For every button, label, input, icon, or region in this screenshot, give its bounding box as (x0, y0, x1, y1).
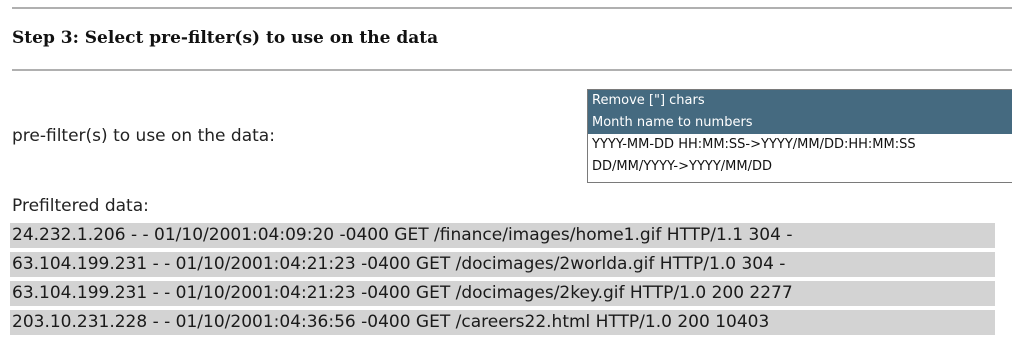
step-title: Step 3: Select pre-filter(s) to use on t… (12, 28, 439, 48)
prefilter-multiselect[interactable]: Remove ["] chars Month name to numbers Y… (587, 89, 1012, 183)
top-divider (12, 7, 1012, 9)
data-row: 63.104.199.231 - - 01/10/2001:04:21:23 -… (10, 252, 995, 277)
prefiltered-data-list: 24.232.1.206 - - 01/10/2001:04:09:20 -04… (10, 223, 995, 339)
data-row: 203.10.231.228 - - 01/10/2001:04:36:56 -… (10, 310, 995, 335)
prefilter-option-dmy-date[interactable]: DD/MM/YYYY->YYYY/MM/DD (588, 156, 1012, 178)
prefilter-option-remove-quotes[interactable]: Remove ["] chars (588, 90, 1012, 112)
prefilter-option-iso-datetime[interactable]: YYYY-MM-DD HH:MM:SS->YYYY/MM/DD:HH:MM:SS (588, 134, 1012, 156)
data-row: 24.232.1.206 - - 01/10/2001:04:09:20 -04… (10, 223, 995, 248)
prefiltered-data-label: Prefiltered data: (12, 196, 149, 216)
data-row: 63.104.199.231 - - 01/10/2001:04:21:23 -… (10, 281, 995, 306)
prefilter-label: pre-filter(s) to use on the data: (12, 126, 275, 146)
section-divider (12, 69, 1012, 71)
prefilter-option-month-name[interactable]: Month name to numbers (588, 112, 1012, 134)
